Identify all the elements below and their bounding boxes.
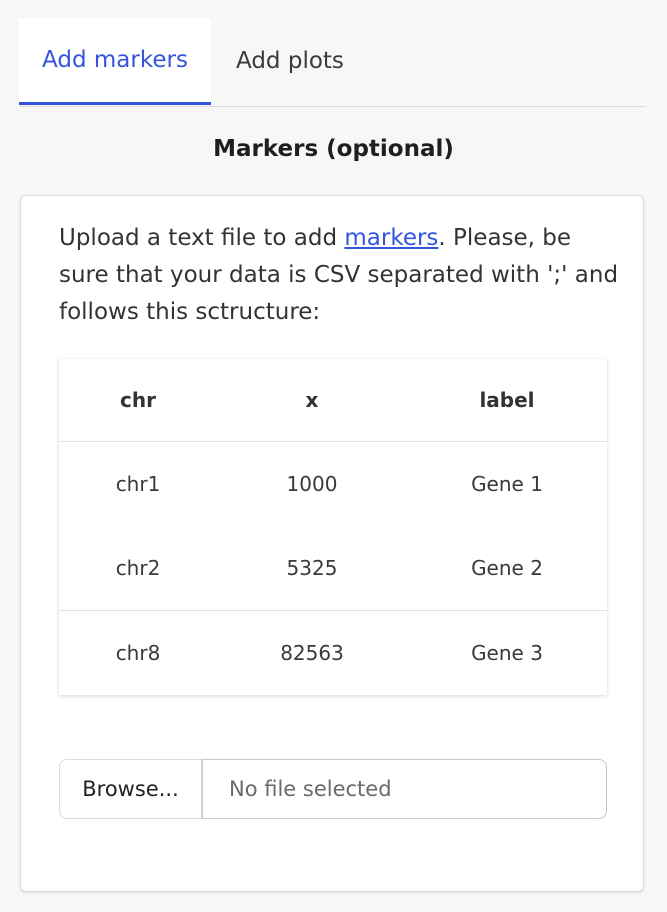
browse-button[interactable]: Browse... — [59, 759, 202, 819]
markers-link[interactable]: markers — [344, 225, 438, 251]
table-cell-label: Gene 2 — [407, 526, 607, 611]
table-row: chr2 5325 Gene 2 — [59, 526, 607, 611]
example-table-container: chr x label chr1 1000 Gene 1 chr2 5325 G… — [59, 359, 607, 695]
tab-add-markers[interactable]: Add markers — [19, 18, 211, 105]
table-cell-chr: chr1 — [115, 472, 161, 496]
tab-bar: Add markers Add plots — [19, 18, 646, 107]
markers-card: Upload a text file to add markers. Pleas… — [20, 195, 644, 892]
table-cell-chr: chr8 — [115, 641, 161, 665]
table-row: chr1 1000 Gene 1 — [59, 442, 607, 527]
column-header-label: label — [407, 359, 607, 442]
section-title: Markers (optional) — [213, 136, 454, 162]
example-table: chr x label chr1 1000 Gene 1 chr2 5325 G… — [59, 359, 607, 695]
table-header-row: chr x label — [59, 359, 607, 442]
table-cell-x: 1000 — [286, 472, 338, 496]
page: Add markers Add plots Markers (optional)… — [0, 0, 667, 912]
tab-add-plots[interactable]: Add plots — [211, 18, 344, 104]
table-cell-x: 5325 — [217, 526, 407, 611]
description-text-start: Upload a text file to add — [59, 225, 345, 251]
table-cell-x: 82563 — [280, 641, 344, 665]
upload-description: Upload a text file to add markers. Pleas… — [59, 220, 619, 331]
column-header-chr: chr — [59, 359, 217, 442]
table-cell-chr: chr2 — [59, 526, 217, 611]
table-row: chr8 82563 Gene 3 — [59, 611, 607, 696]
table-cell-label: Gene 1 — [471, 472, 543, 496]
selected-file-field[interactable]: No file selected — [202, 759, 607, 819]
file-upload-control: Browse... No file selected — [59, 759, 607, 819]
table-cell-label: Gene 3 — [471, 641, 543, 665]
column-header-x: x — [217, 359, 407, 442]
